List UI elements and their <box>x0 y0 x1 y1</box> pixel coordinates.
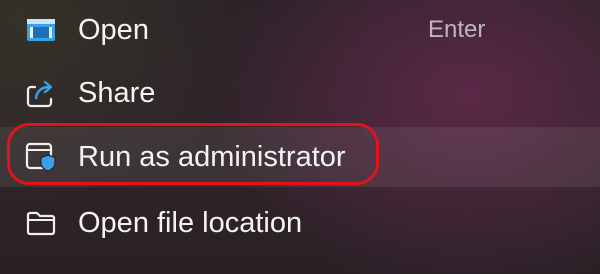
menu-item-label: Run as administrator <box>78 141 346 173</box>
menu-item-open[interactable]: Open Enter <box>0 5 600 65</box>
open-app-icon <box>24 13 58 47</box>
shield-window-icon <box>24 140 58 174</box>
menu-item-open-file-location[interactable]: Open file location <box>0 194 600 254</box>
keyboard-shortcut: Enter <box>428 16 486 43</box>
folder-icon <box>24 206 58 240</box>
menu-item-label: Share <box>78 77 156 109</box>
share-icon <box>24 76 58 110</box>
menu-item-share[interactable]: Share <box>0 70 600 130</box>
context-menu: Open Enter Share Run as administrator Op… <box>0 0 600 274</box>
menu-item-run-as-administrator[interactable]: Run as administrator <box>0 127 600 187</box>
menu-item-label: Open file location <box>78 207 303 239</box>
menu-item-label: Open <box>78 14 149 46</box>
